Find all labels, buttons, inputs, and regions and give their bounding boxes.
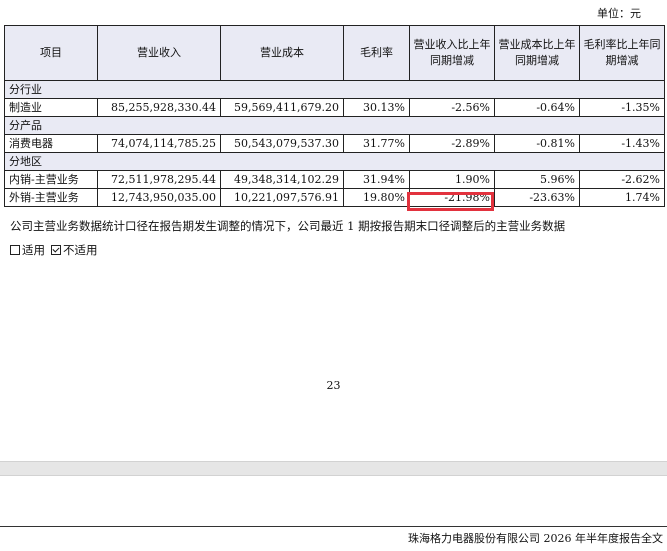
page-number: 23 bbox=[326, 379, 341, 392]
cell-gross-margin: 30.13% bbox=[343, 98, 410, 117]
cell-gross-margin: 31.77% bbox=[343, 134, 410, 153]
cell-margin-change: 1.74% bbox=[579, 188, 665, 207]
footer-text: 珠海格力电器股份有限公司 2026 年半年度报告全文 bbox=[408, 532, 663, 545]
cell-cost: 50,543,079,537.30 bbox=[220, 134, 344, 153]
cell-item: 制造业 bbox=[4, 98, 98, 117]
cell-gross-margin: 31.94% bbox=[343, 170, 410, 189]
option-not-applicable-label: 不适用 bbox=[63, 243, 98, 257]
cell-revenue: 72,511,978,295.44 bbox=[97, 170, 221, 189]
col-header-cost: 营业成本 bbox=[220, 25, 344, 81]
checkbox-unchecked-icon[interactable] bbox=[10, 245, 20, 255]
col-header-item: 项目 bbox=[4, 25, 98, 81]
option-applicable[interactable]: 适用 bbox=[10, 242, 45, 258]
page-separator bbox=[0, 461, 667, 476]
cell-revenue-change: -2.56% bbox=[409, 98, 495, 117]
option-applicable-label: 适用 bbox=[22, 243, 45, 257]
cell-cost-change: 5.96% bbox=[494, 170, 580, 189]
table-row: 外销-主营业务 12,743,950,035.00 10,221,097,576… bbox=[4, 188, 665, 207]
cell-gross-margin: 19.80% bbox=[343, 188, 410, 207]
cell-margin-change: -1.43% bbox=[579, 134, 665, 153]
table-header-row: 项目 营业收入 营业成本 毛利率 营业收入比上年同期增减 营业成本比上年同期增减… bbox=[4, 25, 665, 81]
cell-cost-change: -0.81% bbox=[494, 134, 580, 153]
col-header-cost-change: 营业成本比上年同期增减 bbox=[494, 25, 580, 81]
checkbox-checked-icon[interactable] bbox=[51, 245, 61, 255]
section-row-region: 分地区 bbox=[4, 152, 665, 171]
cell-revenue: 85,255,928,330.44 bbox=[97, 98, 221, 117]
cell-cost: 49,348,314,102.29 bbox=[220, 170, 344, 189]
cell-cost-change: -0.64% bbox=[494, 98, 580, 117]
cell-revenue: 74,074,114,785.25 bbox=[97, 134, 221, 153]
section-title: 分产品 bbox=[4, 116, 665, 135]
cell-item: 消费电器 bbox=[4, 134, 98, 153]
cell-item: 内销-主营业务 bbox=[4, 170, 98, 189]
table-row: 制造业 85,255,928,330.44 59,569,411,679.20 … bbox=[4, 98, 665, 117]
option-not-applicable[interactable]: 不适用 bbox=[51, 242, 98, 258]
cell-cost-change: -23.63% bbox=[494, 188, 580, 207]
table-row: 内销-主营业务 72,511,978,295.44 49,348,314,102… bbox=[4, 170, 665, 189]
highlight-box bbox=[407, 192, 494, 211]
note-text: 公司主营业务数据统计口径在报告期发生调整的情况下，公司最近 1 期按报告期末口径… bbox=[10, 219, 566, 233]
cell-item: 外销-主营业务 bbox=[4, 188, 98, 207]
section-row-product: 分产品 bbox=[4, 116, 665, 135]
applicability-options: 适用 不适用 bbox=[10, 242, 104, 258]
col-header-revenue: 营业收入 bbox=[97, 25, 221, 81]
section-title: 分地区 bbox=[4, 152, 665, 171]
col-header-gross-margin: 毛利率 bbox=[343, 25, 410, 81]
main-business-table: 项目 营业收入 营业成本 毛利率 营业收入比上年同期增减 营业成本比上年同期增减… bbox=[4, 25, 665, 207]
col-header-revenue-change: 营业收入比上年同期增减 bbox=[409, 25, 495, 81]
section-title: 分行业 bbox=[4, 80, 665, 99]
section-row-industry: 分行业 bbox=[4, 80, 665, 99]
table-row: 消费电器 74,074,114,785.25 50,543,079,537.30… bbox=[4, 134, 665, 153]
cell-margin-change: -2.62% bbox=[579, 170, 665, 189]
unit-label: 单位：元 bbox=[597, 7, 641, 20]
col-header-margin-change: 毛利率比上年同期增减 bbox=[579, 25, 665, 81]
cell-revenue: 12,743,950,035.00 bbox=[97, 188, 221, 207]
footer-divider bbox=[0, 526, 667, 527]
cell-revenue-change: -2.89% bbox=[409, 134, 495, 153]
cell-revenue-change: 1.90% bbox=[409, 170, 495, 189]
cell-cost: 59,569,411,679.20 bbox=[220, 98, 344, 117]
cell-margin-change: -1.35% bbox=[579, 98, 665, 117]
cell-cost: 10,221,097,576.91 bbox=[220, 188, 344, 207]
